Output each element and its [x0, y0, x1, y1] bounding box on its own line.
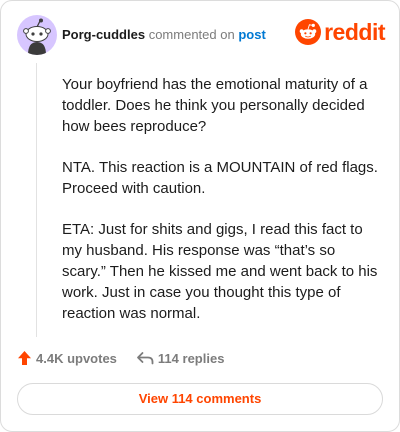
- reply-count: 114 replies: [157, 350, 225, 366]
- reddit-wordmark: reddit: [324, 19, 385, 45]
- snoo-avatar-icon[interactable]: [17, 15, 57, 55]
- comment-actions: 4.4K upvotes 114 replies: [17, 347, 224, 369]
- upvote-arrow-icon: [18, 351, 31, 365]
- comment-header: Porg-cuddles commented on post reddit: [17, 15, 385, 55]
- reddit-logo[interactable]: reddit: [295, 18, 385, 46]
- reply-arrow-icon: [137, 352, 154, 365]
- post-link[interactable]: post: [238, 27, 265, 42]
- upvote-count: 4.4K upvotes: [36, 350, 117, 366]
- comment-paragraph: NTA. This reaction is a MOUNTAIN of red …: [62, 159, 378, 197]
- author-name[interactable]: Porg-cuddles: [62, 27, 145, 42]
- comment-byline: Porg-cuddles commented on post: [62, 27, 266, 42]
- comment-paragraph: Your boyfriend has the emotional maturit…: [62, 76, 368, 135]
- embedded-comment-card: Porg-cuddles commented on post reddit Yo…: [0, 0, 400, 432]
- action-text: commented on: [148, 27, 235, 42]
- upvote-button[interactable]: 4.4K upvotes: [17, 350, 117, 366]
- comment-body: Your boyfriend has the emotional maturit…: [62, 74, 382, 344]
- comment-paragraph: ETA: Just for shits and gigs, I read thi…: [62, 221, 378, 322]
- view-comments-button[interactable]: View 114 comments: [17, 383, 383, 415]
- reddit-logo-icon: [295, 19, 322, 45]
- thread-line: [36, 63, 37, 337]
- replies-button[interactable]: 114 replies: [136, 350, 225, 366]
